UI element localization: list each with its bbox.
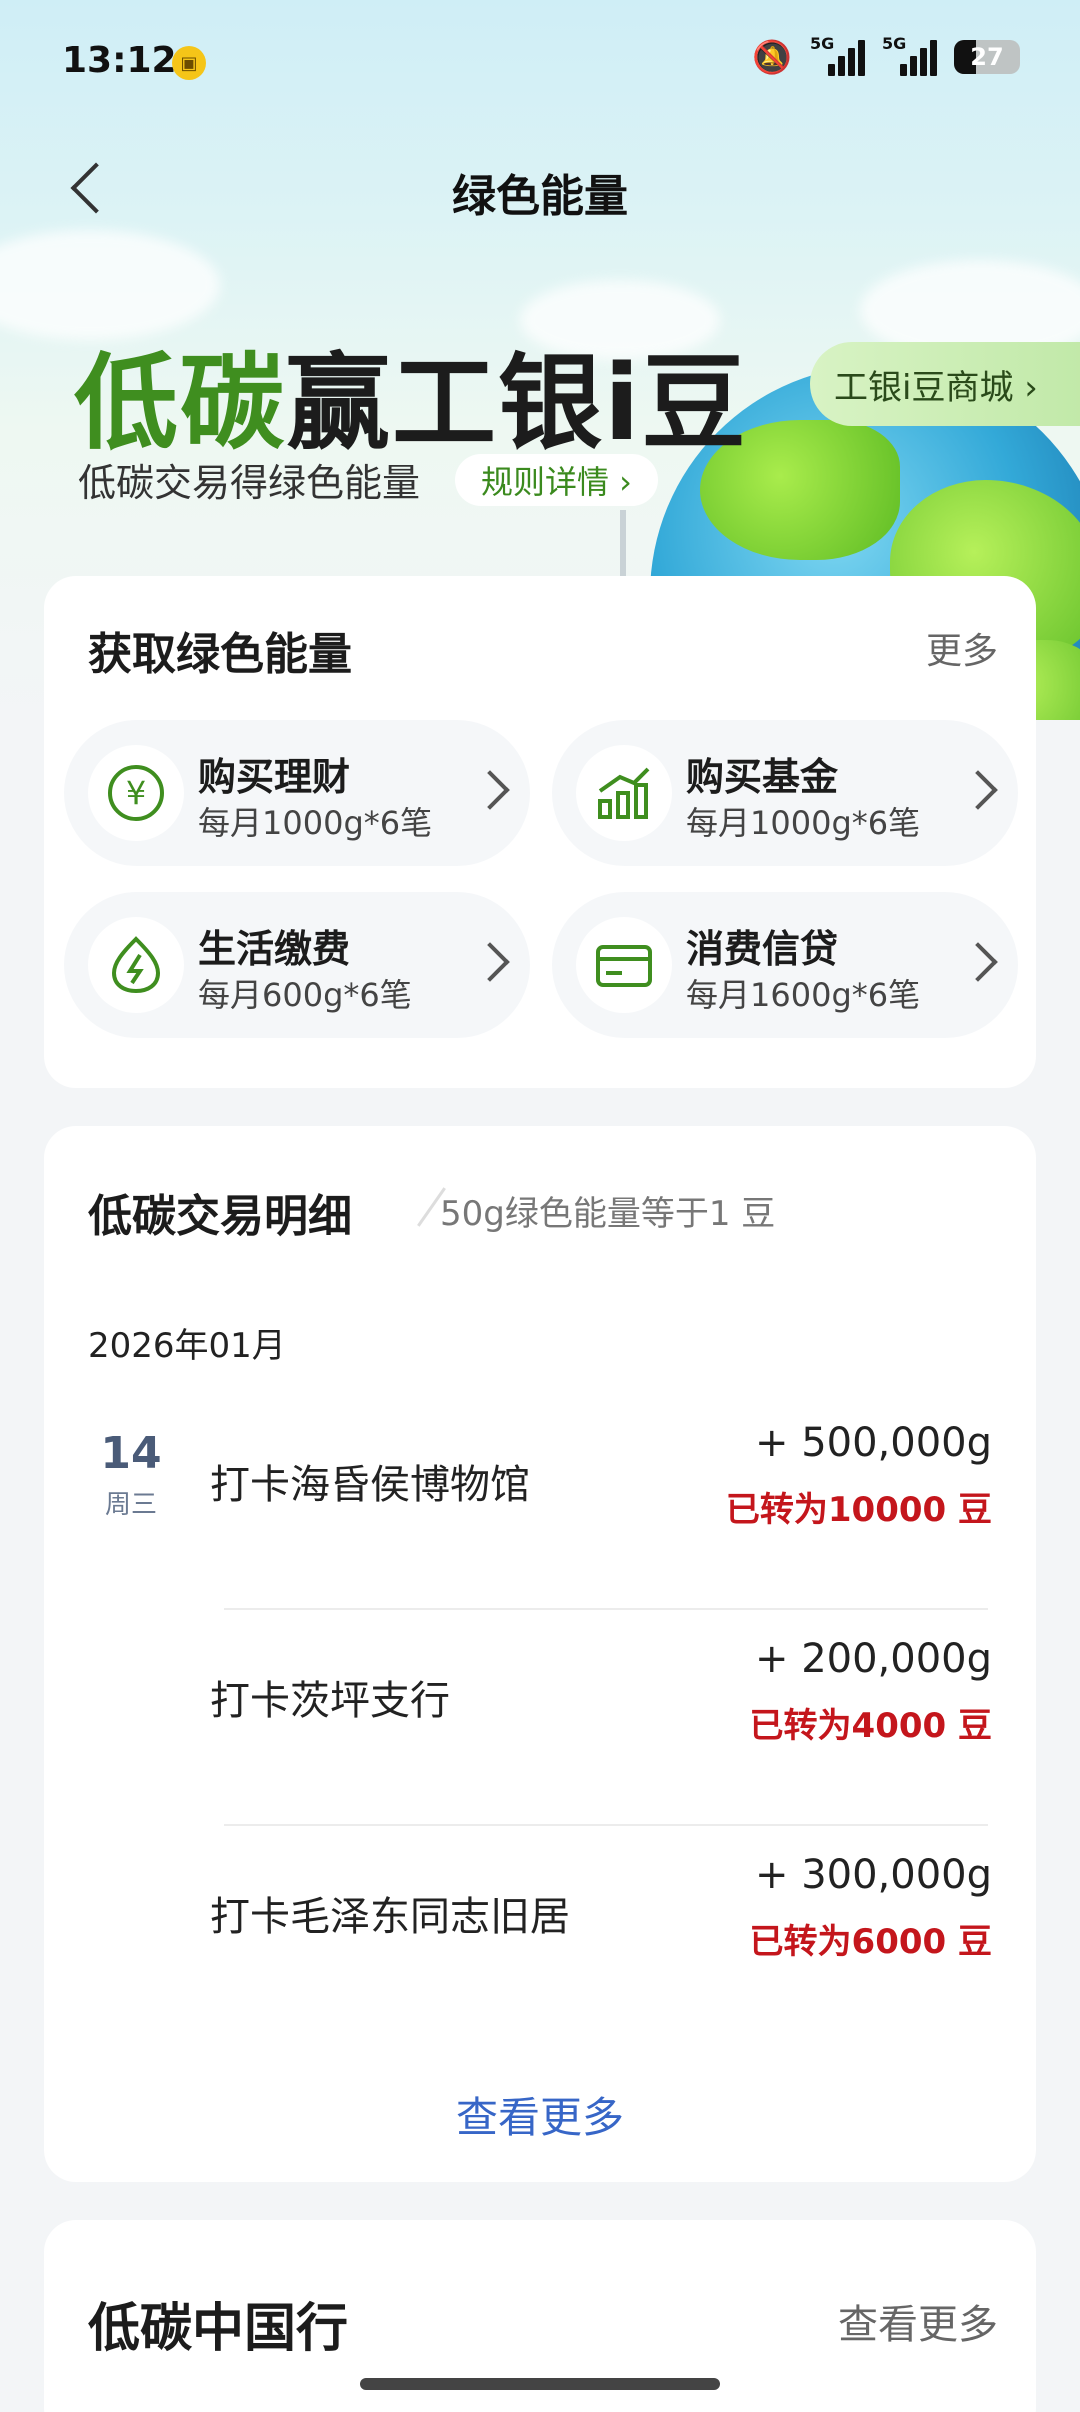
chevron-right-icon: [470, 942, 510, 982]
signal-icon: 5G: [882, 34, 937, 76]
task-name: 生活缴费: [198, 927, 351, 971]
record-place: 打卡茨坪支行: [210, 1678, 450, 1724]
transaction-details-card: 低碳交易明细 50g绿色能量等于1 豆 2026年01月 14 周三 打卡海昏侯…: [44, 1126, 1036, 2182]
task-name: 购买基金: [686, 755, 839, 799]
conversion-note: 50g绿色能量等于1 豆: [440, 1194, 776, 1234]
battery-level: 27: [970, 43, 1004, 71]
record-converted: 已转为6000 豆: [749, 1922, 992, 1962]
home-indicator[interactable]: [360, 2378, 720, 2390]
task-name: 消费信贷: [686, 927, 839, 971]
earn-energy-card: 获取绿色能量 更多 ¥ 购买理财 每月1000g*6笔 购买基金 每月1000g…: [44, 576, 1036, 1088]
svg-text:¥: ¥: [126, 774, 146, 812]
signal-icon: 5G: [810, 34, 865, 76]
headline-green: 低碳: [74, 342, 287, 464]
record-amount: + 300,000g: [754, 1852, 992, 1898]
task-utility-payment[interactable]: 生活缴费 每月600g*6笔: [64, 892, 530, 1038]
status-bar: 13:12 ▣ 🔕 5G 5G 27: [0, 0, 1080, 120]
task-desc: 每月1000g*6笔: [686, 804, 921, 842]
chevron-right-icon: [958, 770, 998, 810]
bell-muted-icon: 🔕: [752, 38, 792, 76]
china-trip-title: 低碳中国行: [88, 2299, 349, 2359]
task-consumer-credit[interactable]: 消费信贷 每月1600g*6笔: [552, 892, 1018, 1038]
battery-icon: 27: [954, 40, 1020, 74]
record-converted: 已转为10000 豆: [725, 1490, 992, 1530]
network-label: 5G: [810, 34, 835, 53]
month-label: 2026年01月: [88, 1326, 286, 1366]
list-item[interactable]: 打卡毛泽东同志旧居 + 300,000g 已转为6000 豆: [44, 1826, 1036, 2042]
chevron-right-icon: [958, 942, 998, 982]
hero-headline: 低碳赢工银i豆: [74, 318, 748, 469]
chevron-right-icon: [470, 770, 510, 810]
yen-icon: ¥: [88, 745, 184, 841]
day-number: 14: [100, 1428, 162, 1479]
record-amount: + 200,000g: [754, 1636, 992, 1682]
weekday-label: 周三: [104, 1490, 157, 1520]
task-desc: 每月1000g*6笔: [198, 804, 433, 842]
hero-subtitle: 低碳交易得绿色能量: [78, 461, 421, 505]
earn-more-link[interactable]: 更多: [926, 622, 998, 674]
china-trip-more-link[interactable]: 查看更多: [838, 2292, 998, 2350]
list-item[interactable]: 14 周三 打卡海昏侯博物馆 + 500,000g 已转为10000 豆: [44, 1394, 1036, 1610]
view-more-link[interactable]: 查看更多: [44, 2084, 1036, 2145]
record-converted: 已转为4000 豆: [749, 1706, 992, 1746]
record-amount: + 500,000g: [754, 1420, 992, 1466]
task-name: 购买理财: [198, 755, 351, 799]
details-title: 低碳交易明细: [88, 1191, 352, 1242]
network-label: 5G: [882, 34, 907, 53]
task-desc: 每月600g*6笔: [198, 976, 412, 1014]
task-desc: 每月1600g*6笔: [686, 976, 921, 1014]
earn-title: 获取绿色能量: [88, 629, 352, 680]
headline-dark: 赢工银i豆: [286, 342, 748, 464]
task-buy-wealth[interactable]: ¥ 购买理财 每月1000g*6笔: [64, 720, 530, 866]
record-place: 打卡毛泽东同志旧居: [210, 1894, 570, 1940]
page-title: 绿色能量: [452, 171, 628, 222]
leaf-bolt-icon: [88, 917, 184, 1013]
app-notification-icon: ▣: [172, 46, 206, 80]
status-time: 13:12: [62, 40, 177, 81]
list-item[interactable]: 打卡茨坪支行 + 200,000g 已转为4000 豆: [44, 1610, 1036, 1826]
task-buy-fund[interactable]: 购买基金 每月1000g*6笔: [552, 720, 1018, 866]
chart-up-icon: [576, 745, 672, 841]
record-place: 打卡海昏侯博物馆: [210, 1462, 530, 1508]
card-icon: [576, 917, 672, 1013]
rules-detail-button[interactable]: 规则详情 ›: [455, 454, 658, 506]
ibean-mall-button[interactable]: 工银i豆商城 ›: [810, 342, 1080, 426]
